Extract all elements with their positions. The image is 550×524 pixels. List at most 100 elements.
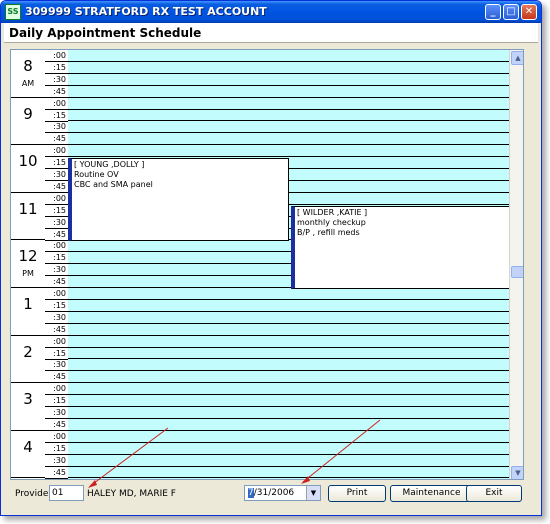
date-rest: /31/2006 [253,488,295,498]
hour-label: 9 [23,104,33,123]
minute-label: :45 [45,86,68,98]
slot-divider [68,358,509,360]
minute-label: :00 [45,50,68,62]
minute-label: :30 [45,121,68,134]
minute-label: :15 [45,205,68,217]
minute-label: :00 [45,383,68,396]
hour-label: 10 [18,152,38,171]
hour-block: 8 AM [11,50,45,98]
slot-divider [68,298,509,300]
minute-label: :00 [45,336,68,348]
slot-divider [68,334,509,336]
minute-label: :45 [45,229,68,241]
scroll-down-icon[interactable]: ▼ [511,466,523,479]
minimize-button[interactable]: _ [485,4,501,20]
exit-button[interactable]: Exit [466,485,522,502]
hour-block: 2 [11,336,45,384]
minute-label: :45 [45,467,68,479]
minute-label: :00 [45,431,68,443]
appointment-block[interactable]: [ WILDER ,KATIE ] monthly checkup B/P , … [291,206,511,289]
hour-block: 9 [11,98,45,146]
app-window: SS 309999 STRATFORD RX TEST ACCOUNT _ □ … [0,0,542,516]
footer-bar: Provider 01 HALEY MD, MARIE F 7/31/2006 … [1,481,541,505]
minute-label: :00 [45,240,68,253]
appointment-reason: monthly checkup [297,218,366,227]
page-header: Daily Appointment Schedule [4,23,538,43]
scroll-thumb[interactable] [511,266,523,278]
minute-label: :30 [45,455,68,467]
minute-label: :45 [45,324,68,336]
slot-divider [68,406,509,407]
slot-divider [68,382,509,384]
title-bar[interactable]: SS 309999 STRATFORD RX TEST ACCOUNT _ □ … [1,1,541,23]
minute-column: :00:15:30:45:00:15:30:45:00:15:30:45:00:… [45,50,68,479]
minute-label: :00 [45,288,68,300]
minute-label: :45 [45,133,68,146]
provider-id-field[interactable]: 01 [49,485,84,501]
minute-label: :15 [45,395,68,408]
appointment-block[interactable]: [ YOUNG ,DOLLY ] Routine OV CBC and SMA … [68,158,289,241]
appointment-patient: [ WILDER ,KATIE ] [297,208,368,217]
slot-divider [68,370,509,372]
slot-divider [68,84,509,86]
hour-label: 8 [23,57,33,75]
slot-divider [68,132,509,134]
minute-label: :45 [45,181,68,193]
minute-label: :30 [45,264,68,277]
schedule-grid: 8 AM 9 10 11 12 PM 1 2 3 4 :00:15:30:45:00:15:30:4… [10,49,524,480]
minute-label: :00 [45,98,68,110]
minute-label: :15 [45,443,68,455]
maximize-button[interactable]: □ [503,4,519,20]
slot-divider [68,120,509,122]
slot-divider [68,477,509,479]
minute-label: :30 [45,407,68,419]
minute-label: :15 [45,348,68,360]
minute-label: :15 [45,157,68,170]
hour-block: 11 [11,193,45,241]
slot-divider [68,310,509,312]
hour-label: 1 [23,295,33,313]
minute-label: :00 [45,193,68,205]
minute-label: :15 [45,252,68,265]
maintenance-button[interactable]: Maintenance [390,485,473,502]
minute-label: :15 [45,300,68,312]
minute-label: :15 [45,62,68,74]
scroll-up-icon[interactable]: ▲ [511,51,523,65]
hour-column: 8 AM 9 10 11 12 PM 1 2 3 4 [11,50,45,479]
slot-divider [68,394,509,396]
hour-block: 12 PM [11,240,45,288]
minute-label: :45 [45,276,68,289]
minute-label: :00 [45,145,68,158]
slot-divider [68,453,509,455]
minute-label: :30 [45,312,68,324]
minute-label: :30 [45,169,68,181]
date-value: 7/31/2006 [248,488,294,498]
slot-divider [68,465,509,467]
slot-divider [68,96,509,98]
hour-label: 11 [18,199,38,218]
appointment-notes: B/P , refill meds [297,228,360,237]
vertical-scrollbar[interactable]: ▲ ▼ [509,50,523,479]
close-button[interactable]: ✕ [521,4,537,20]
minute-label: :45 [45,371,68,384]
slot-divider [68,144,509,146]
period-label: PM [22,269,34,279]
minute-label: :45 [45,419,68,431]
slot-divider [68,346,509,348]
appointment-reason: Routine OV [74,170,119,179]
provider-name: HALEY MD, MARIE F [87,489,176,499]
hour-label: 12 [18,247,38,266]
slot-divider [68,322,509,324]
page-title: Daily Appointment Schedule [9,26,202,40]
print-button[interactable]: Print [328,485,386,502]
window-title: 309999 STRATFORD RX TEST ACCOUNT [25,5,267,18]
minute-label: :15 [45,110,68,122]
date-picker[interactable]: 7/31/2006 ▼ [244,485,321,501]
chevron-down-icon[interactable]: ▼ [306,486,320,500]
hour-label: 4 [23,437,33,456]
provider-label: Provider [15,489,53,499]
minute-label: :30 [45,217,68,229]
slot-divider [68,441,509,443]
slot-divider [68,72,509,74]
minute-label: :30 [45,74,68,86]
